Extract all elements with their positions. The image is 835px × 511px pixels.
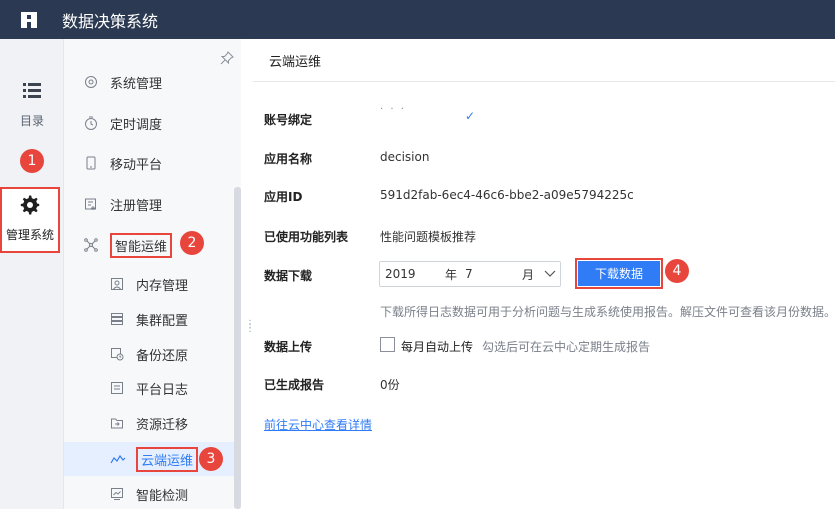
app-name-label: 应用名称 [264, 152, 313, 166]
app-id-value: 591d2fab-6ec4-46c6-bbe2-a09e5794225c [380, 188, 634, 202]
sidebar-item-label: 智能运维 [110, 232, 173, 258]
collapse-handle[interactable]: ⋮ ⋮ [245, 320, 255, 337]
features-label: 已使用功能列表 [264, 230, 349, 244]
timer-icon [84, 116, 98, 130]
cluster-icon [110, 312, 124, 326]
reports-label: 已生成报告 [264, 378, 325, 392]
sidebar-item-label: 平台日志 [136, 382, 189, 398]
sidebar-item-label: 定时调度 [110, 117, 163, 133]
log-icon [110, 381, 124, 395]
rail-catalog-label: 目录 [19, 114, 44, 128]
month-value: 7 [465, 267, 473, 281]
detect-icon [110, 487, 124, 501]
sidebar-sub-resource-migration[interactable]: 资源迁移 [64, 406, 238, 440]
backup-icon [110, 347, 124, 361]
year-value: 2019 [385, 267, 416, 281]
callout-badge-1: 1 [20, 149, 44, 173]
sidebar-item-label: 注册管理 [110, 198, 163, 214]
sidebar-sub-smart-detect[interactable]: 智能检测 [64, 477, 238, 511]
reports-value: 0份 [380, 378, 400, 392]
gear-icon [2, 195, 58, 218]
callout-badge-3: 3 [199, 447, 223, 471]
mobile-icon [84, 156, 98, 170]
list-icon [0, 81, 64, 102]
sidebar-item-registration[interactable]: 注册管理 [64, 186, 241, 222]
cloud-center-link[interactable]: 前往云中心查看详情 [264, 416, 372, 433]
sidebar-item-mobile-platform[interactable]: 移动平台 [64, 145, 241, 181]
rail-admin-system[interactable]: 管理系统 [0, 187, 60, 253]
gear-outline-icon [84, 75, 98, 89]
download-label: 数据下载 [264, 269, 313, 283]
app-title: 数据决策系统 [62, 11, 159, 31]
rail-admin-label: 管理系统 [5, 228, 54, 242]
migrate-icon [110, 416, 124, 430]
sidebar-sub-cluster[interactable]: 集群配置 [64, 302, 238, 336]
sidebar-item-smart-ops[interactable]: 智能运维 [64, 227, 241, 263]
download-hint: 下载所得日志数据可用于分析问题与生成系统使用报告。解压文件可查看该月份数据。 [380, 305, 835, 319]
memory-icon [110, 277, 124, 291]
sidebar-item-scheduling[interactable]: 定时调度 [64, 105, 241, 141]
callout-badge-2: 2 [180, 231, 204, 255]
sidebar-sub-memory[interactable]: 内存管理 [64, 267, 238, 301]
account-value: · · · [380, 104, 406, 115]
upload-label: 数据上传 [264, 340, 313, 354]
chevron-down-icon [544, 267, 556, 281]
auto-upload-checkbox[interactable] [380, 337, 395, 352]
sidebar: 系统管理 定时调度 移动平台 注册管理 智能运维 2 内存管理 集群配置 备份还… [64, 39, 241, 509]
sidebar-item-label: 系统管理 [110, 76, 163, 92]
sidebar-sub-backup[interactable]: 备份还原 [64, 337, 238, 371]
top-bar: 数据决策系统 [0, 0, 835, 39]
month-picker[interactable]: 2019 年 7 月 [379, 261, 561, 287]
icon-rail: 目录 管理系统 [0, 39, 64, 509]
sidebar-item-label: 资源迁移 [136, 417, 189, 433]
register-icon [84, 197, 98, 211]
sidebar-item-label: 集群配置 [136, 313, 189, 329]
cloud-ops-panel: 账号绑定 · · · ✓ 应用名称 decision 应用ID 591d2fab… [253, 82, 835, 509]
sidebar-item-label: 移动平台 [110, 157, 163, 173]
app-name-value: decision [380, 150, 430, 164]
sidebar-scrollbar[interactable] [234, 187, 241, 509]
month-unit: 月 [522, 267, 535, 282]
page-title: 云端运维 [253, 39, 835, 82]
rail-catalog[interactable]: 目录 [0, 81, 64, 129]
upload-hint: 勾选后可在云中心定期生成报告 [482, 340, 651, 354]
sidebar-sub-platform-log[interactable]: 平台日志 [64, 371, 238, 405]
app-id-label: 应用ID [264, 190, 303, 204]
sidebar-item-label: 内存管理 [136, 278, 189, 294]
app-logo-icon [20, 11, 38, 29]
year-unit: 年 [445, 267, 458, 282]
features-value: 性能问题模板推荐 [380, 230, 477, 244]
sidebar-item-system-management[interactable]: 系统管理 [64, 64, 241, 100]
cloud-icon [110, 452, 126, 466]
download-data-button[interactable]: 下载数据 [575, 258, 663, 289]
account-label: 账号绑定 [264, 113, 313, 127]
callout-badge-4: 4 [665, 259, 689, 283]
network-icon [84, 238, 98, 252]
auto-upload-label[interactable]: 每月自动上传 [401, 338, 473, 355]
sidebar-item-label: 智能检测 [136, 488, 189, 504]
sidebar-item-label: 云端运维 [136, 446, 199, 472]
bound-check-icon: ✓ [465, 109, 476, 123]
sidebar-item-label: 备份还原 [136, 348, 189, 364]
